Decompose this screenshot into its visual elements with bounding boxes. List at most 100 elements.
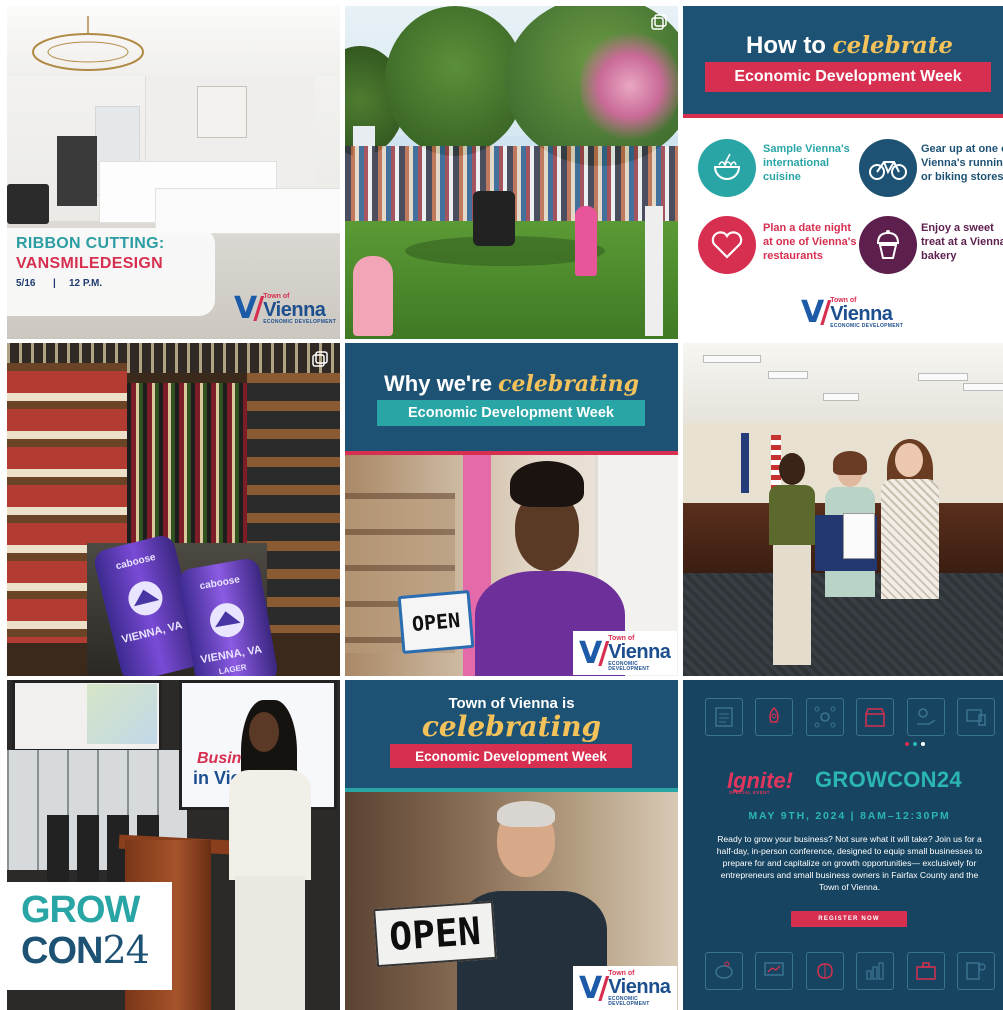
vienna-logo: V/ Town of Vienna ECONOMIC DEVELOPMENT [234, 293, 336, 325]
person-left [767, 453, 817, 675]
tip-text: Enjoy a sweet treat at a Vienna bakery [921, 222, 1003, 262]
child-pink-dress [575, 206, 597, 276]
ceiling-light [768, 371, 808, 379]
bicycle-icon [859, 139, 917, 197]
can-brand: caboose [114, 551, 157, 573]
tip-text: Sample Vienna's international cuisine [763, 143, 850, 183]
logo-econ-dev: ECONOMIC DEVELOPMENT [608, 661, 650, 672]
date-separator: | [53, 278, 56, 289]
vienna-logo: V/ Town of Vienna ECONOMIC DEVELOPMENT [579, 970, 678, 1007]
vienna-v-icon: V/ [234, 291, 264, 326]
growcon-year: 24 [936, 767, 962, 792]
chandelier-icon [32, 16, 144, 71]
can-brand: caboose [198, 574, 241, 593]
tip-text: Plan a date night at one of Vienna's res… [763, 222, 857, 262]
proclamation-certificate [843, 513, 875, 559]
vienna-v-icon: V/ [579, 970, 609, 1006]
growcon-year: 24 [102, 928, 149, 972]
post-heading: How to celebrate [683, 32, 1003, 60]
growcon-con-text: CON [21, 930, 103, 972]
rocket-icon [755, 698, 794, 736]
post-speaker-photo[interactable]: Business in Vienna! GROW CON24 [7, 680, 340, 1010]
post-park-concert[interactable] [345, 6, 678, 339]
post-how-to-celebrate[interactable]: How to celebrate Economic Development We… [683, 6, 1003, 339]
heading-script: celebrating [498, 371, 639, 397]
coffee-cabinet [57, 136, 97, 206]
sign-post [645, 206, 663, 336]
ceiling-light [918, 373, 968, 381]
decor-dots [905, 742, 925, 746]
logo-vienna: Vienna [608, 641, 671, 663]
open-sign: OPEN [397, 589, 475, 655]
storefront-icon [856, 698, 895, 736]
multi-image-icon [651, 14, 667, 30]
flag [741, 433, 749, 493]
bar-chart-icon [856, 952, 895, 990]
heading-plain: Why we're [384, 371, 492, 396]
heading-script: celebrating [421, 710, 602, 743]
face [249, 712, 279, 752]
logo-vienna: Vienna [263, 299, 326, 321]
banner: Economic Development Week [390, 744, 632, 768]
hair [833, 451, 867, 475]
patterned-jacket [881, 479, 939, 599]
woman-hair [510, 461, 584, 507]
network-icon [805, 698, 844, 736]
caboose-logo-icon [210, 603, 245, 638]
ignite-subtitle: SPECIAL EVENT [729, 790, 770, 795]
money-hand-icon [906, 698, 945, 736]
post-store-photo[interactable]: caboose VIENNA, VA caboose VIENNA, VA LA… [7, 343, 340, 676]
gray-hair [497, 801, 555, 827]
logo-econ-dev: ECONOMIC DEVELOPMENT [608, 996, 650, 1007]
brain-icon [805, 952, 844, 990]
can-style: LAGER [218, 662, 248, 676]
post-ribbon-cutting[interactable]: RIBBON CUTTING: VANSMILEDESIGN 5/16 | 12… [7, 6, 340, 339]
event-date-line: MAY 9TH, 2024 | 8AM–12:30PM [748, 810, 951, 822]
event-time: 12 P.M. [69, 278, 103, 289]
post-why-celebrating[interactable]: Why we're celebrating Economic Developme… [345, 343, 678, 676]
analytics-screen-icon [755, 952, 794, 990]
vienna-logo: V/ Town of Vienna ECONOMIC DEVELOPMENT [801, 297, 903, 329]
can-text: VIENNA, VA [120, 619, 184, 647]
event-description: Ready to grow your business? Not sure wh… [716, 834, 983, 892]
ceiling-light [703, 355, 761, 363]
pants [773, 545, 811, 665]
piggy-bank-icon [705, 952, 743, 990]
post-heading: Why we're celebrating [345, 371, 678, 397]
post-council-photo[interactable] [683, 343, 1003, 676]
checklist-icon [705, 698, 743, 736]
growcon-grow: GROW [815, 767, 888, 792]
logo-econ-dev: ECONOMIC DEVELOPMENT [830, 323, 904, 329]
person-right [881, 439, 939, 673]
growcon-con: CON24 [21, 928, 150, 972]
speaker [213, 700, 323, 1010]
tree [385, 6, 525, 156]
growcon-con: CON [887, 767, 937, 792]
post-growcon-event[interactable]: Ignite! SPECIAL EVENT GROWCON24 MAY 9TH,… [683, 680, 1003, 1010]
post-title-line1: RIBBON CUTTING: [16, 235, 165, 252]
register-now-button[interactable]: REGISTER NOW [791, 911, 907, 927]
header-band [683, 6, 1003, 116]
post-town-celebrating[interactable]: Town of Vienna is celebrating Economic D… [345, 680, 678, 1010]
vienna-v-icon: V/ [801, 295, 831, 330]
ceiling-light [823, 393, 859, 401]
vienna-logo: V/ Town of Vienna ECONOMIC DEVELOPMENT [579, 635, 678, 672]
multi-image-icon [312, 351, 328, 367]
growcon-logo: GROWCON24 [815, 767, 962, 793]
vienna-v-icon: V/ [579, 635, 609, 671]
wall-logo-panel [197, 86, 247, 138]
logo-econ-dev: ECONOMIC DEVELOPMENT [263, 319, 337, 325]
child-foreground [353, 256, 393, 336]
heading-plain: How to [745, 32, 826, 59]
olive-top [769, 485, 815, 545]
stroller [473, 191, 515, 246]
caboose-logo-icon [128, 581, 163, 616]
can-text: VIENNA, VA [199, 643, 263, 667]
lobby-chair [7, 184, 49, 224]
flowering-tree [580, 26, 678, 146]
divider [683, 114, 1003, 118]
devices-icon [956, 698, 995, 736]
briefcase-icon [906, 952, 945, 990]
logo-vienna: Vienna [608, 976, 671, 998]
tip-text: Gear up at one of Vienna's running or bi… [921, 143, 1003, 183]
